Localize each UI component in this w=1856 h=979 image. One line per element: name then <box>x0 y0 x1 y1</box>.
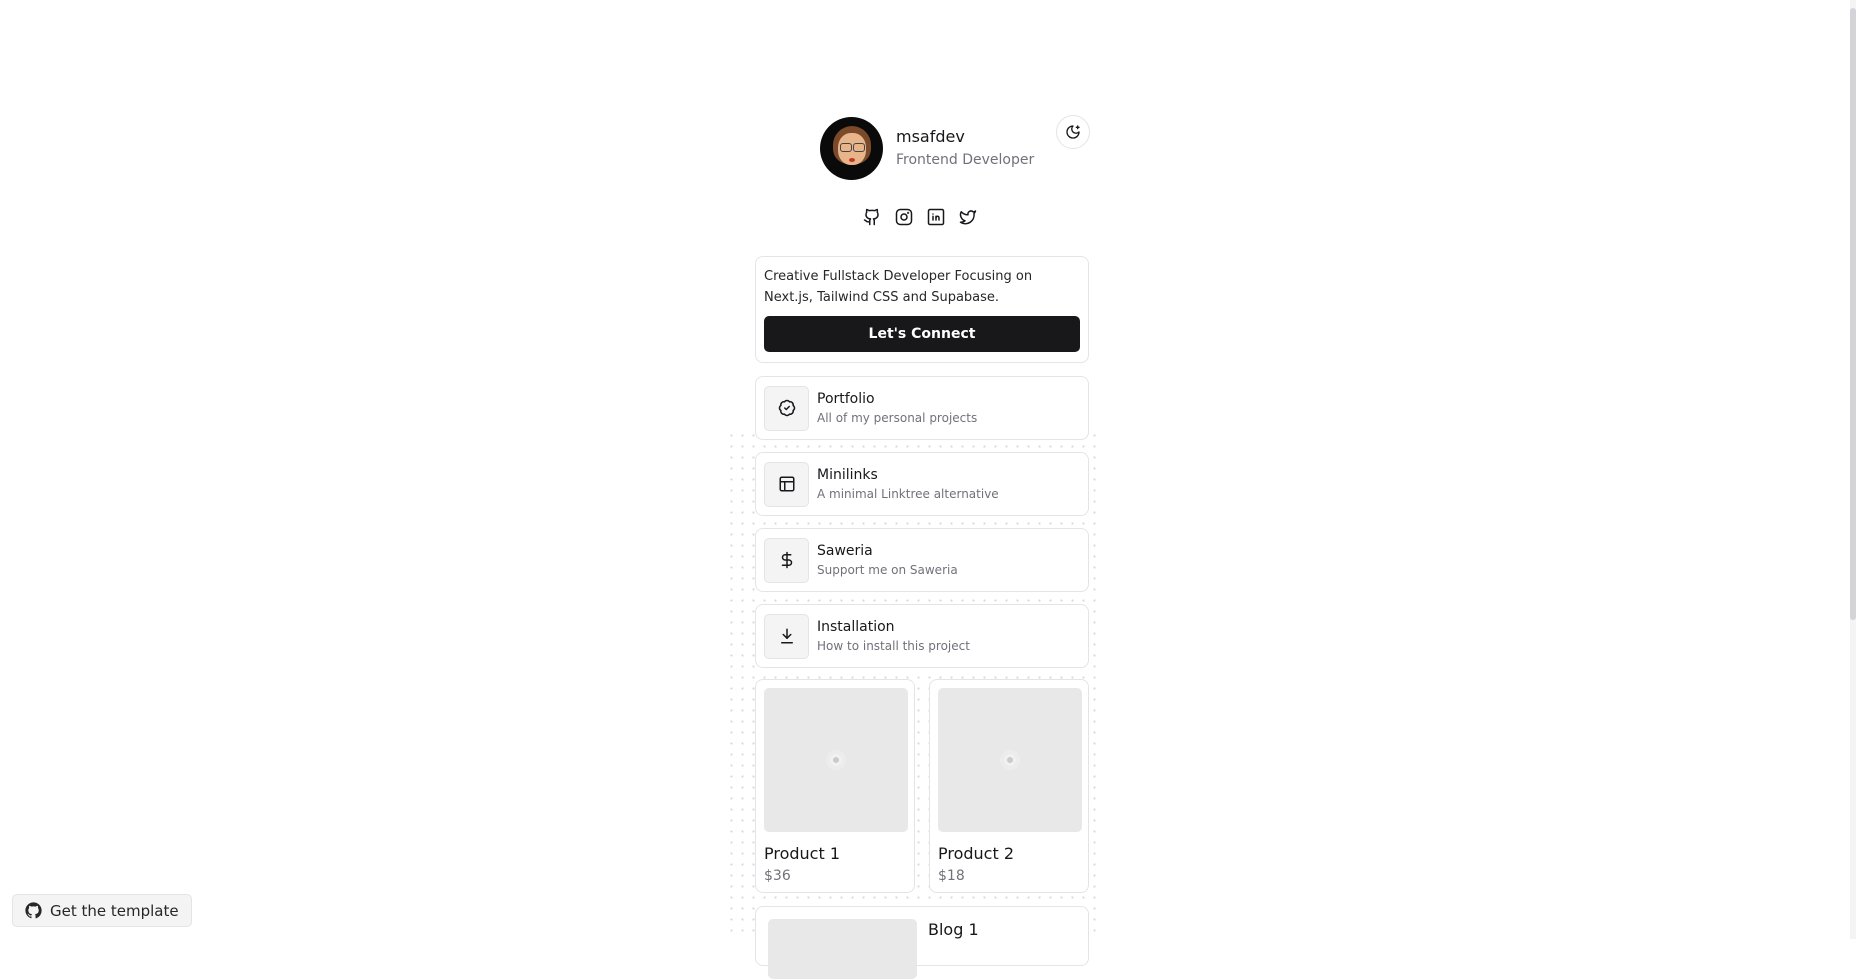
link-title: Saweria <box>817 543 873 559</box>
link-card-portfolio[interactable]: Portfolio All of my personal projects <box>755 376 1089 440</box>
loading-icon <box>994 744 1026 776</box>
profile-name: msafdev <box>896 126 965 146</box>
blog-card[interactable]: Blog 1 <box>755 906 1089 979</box>
layout-icon <box>764 461 809 507</box>
product-name: Product 1 <box>764 844 841 863</box>
github-icon <box>25 902 42 919</box>
avatar <box>820 116 883 180</box>
link-title: Portfolio <box>817 391 875 407</box>
scrollbar-thumb[interactable] <box>1850 8 1856 620</box>
link-subtitle: Support me on Saweria <box>817 563 958 577</box>
get-template-label: Get the template <box>50 901 179 920</box>
product-image-placeholder <box>938 688 1082 832</box>
twitter-icon[interactable] <box>958 207 977 226</box>
lets-connect-button[interactable]: Let's Connect <box>764 316 1080 352</box>
link-card-minilinks[interactable]: Minilinks A minimal Linktree alternative <box>755 452 1089 516</box>
link-subtitle: All of my personal projects <box>817 411 978 425</box>
intro-card: Creative Fullstack Developer Focusing on… <box>755 256 1089 363</box>
social-links <box>862 207 977 226</box>
product-price: $36 <box>764 868 791 884</box>
instagram-icon[interactable] <box>894 207 913 226</box>
github-icon[interactable] <box>862 207 881 226</box>
link-title: Installation <box>817 619 895 635</box>
download-icon <box>764 613 809 659</box>
profile-role: Frontend Developer <box>896 151 1035 168</box>
moon-icon <box>1066 125 1080 139</box>
badge-check-icon <box>764 385 809 431</box>
blog-thumbnail <box>768 919 917 979</box>
dollar-icon <box>764 537 809 583</box>
loading-icon <box>820 744 852 776</box>
product-image-placeholder <box>764 688 908 832</box>
theme-toggle-button[interactable] <box>1056 115 1090 149</box>
profile-header: msafdev Frontend Developer <box>820 116 1034 180</box>
link-subtitle: How to install this project <box>817 639 970 653</box>
get-template-button[interactable]: Get the template <box>12 894 192 927</box>
link-subtitle: A minimal Linktree alternative <box>817 487 999 501</box>
product-name: Product 2 <box>938 844 1015 863</box>
link-card-installation[interactable]: Installation How to install this project <box>755 604 1089 668</box>
link-card-saweria[interactable]: Saweria Support me on Saweria <box>755 528 1089 592</box>
blog-title: Blog 1 <box>928 920 979 939</box>
product-price: $18 <box>938 868 965 884</box>
link-title: Minilinks <box>817 467 878 483</box>
linkedin-icon[interactable] <box>926 207 945 226</box>
intro-text: Creative Fullstack Developer Focusing on… <box>764 269 1033 305</box>
product-card[interactable]: Product 2 $18 <box>929 679 1089 893</box>
product-card[interactable]: Product 1 $36 <box>755 679 915 893</box>
